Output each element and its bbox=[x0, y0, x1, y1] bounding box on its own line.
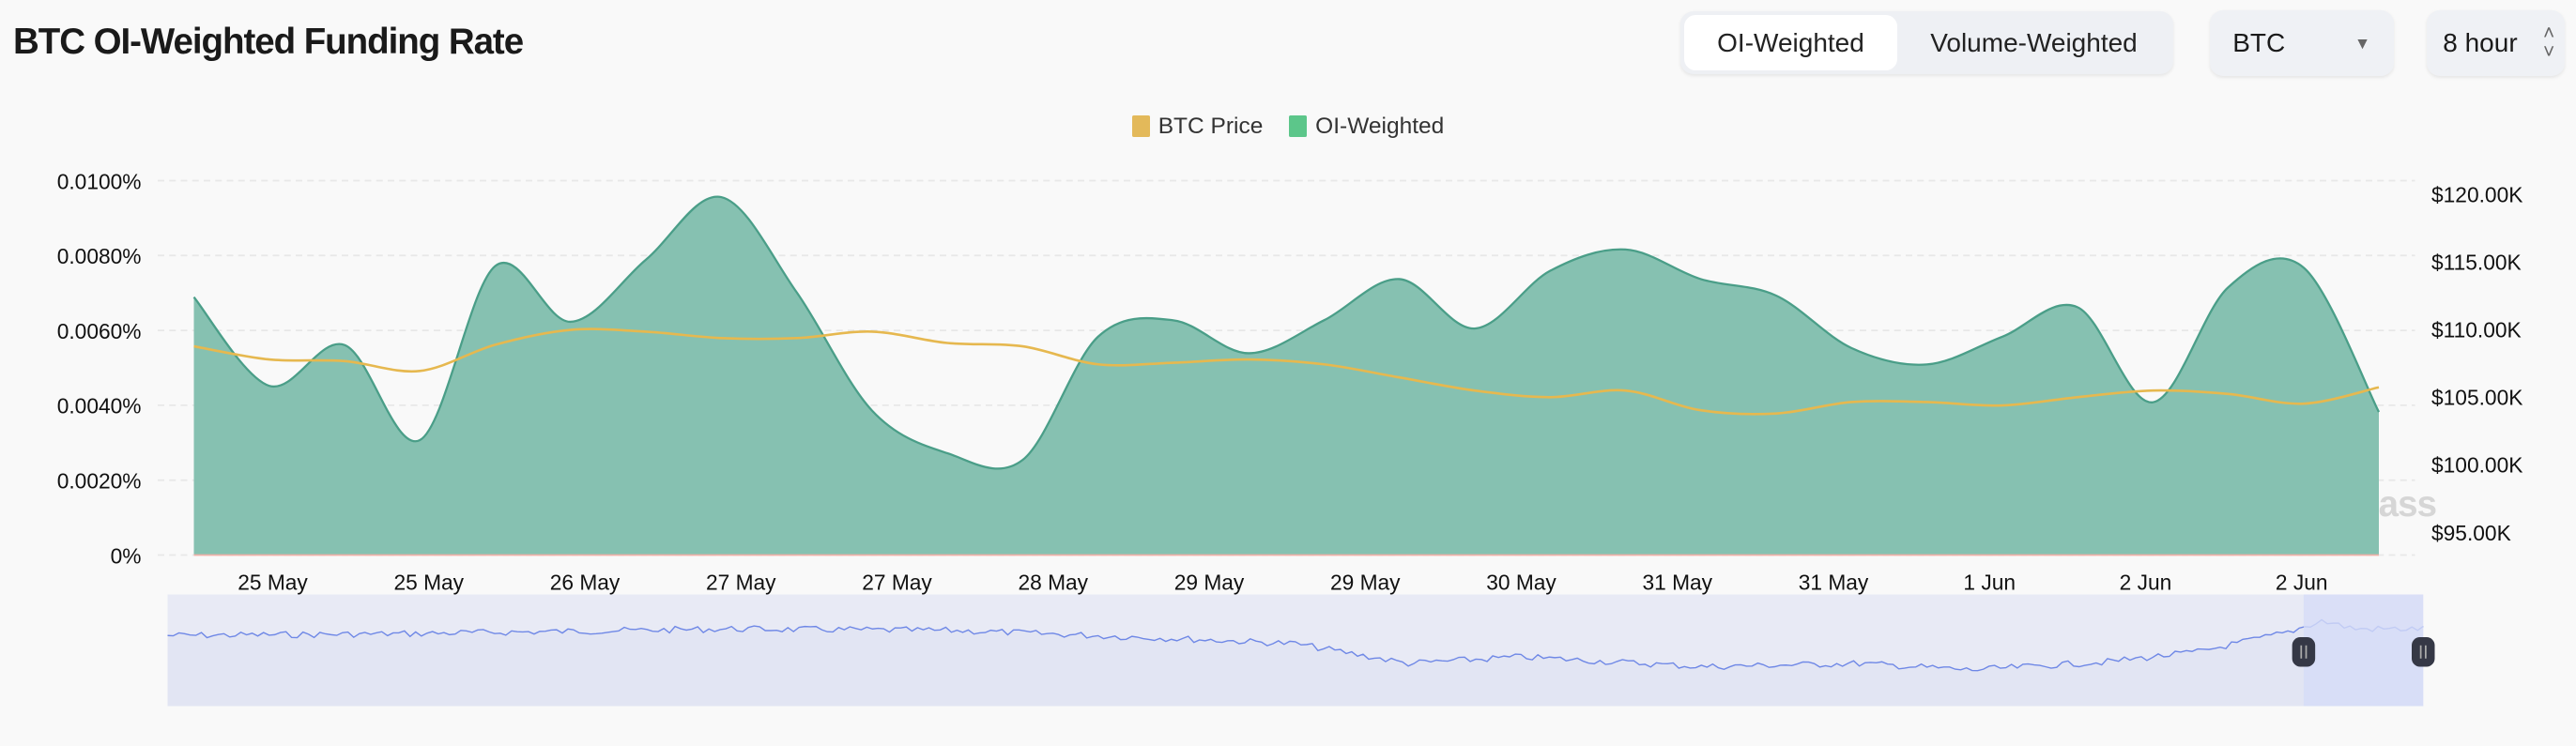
x-tick-label: 28 May bbox=[1018, 570, 1088, 594]
x-tick-label: 2 Jun bbox=[2120, 570, 2172, 594]
x-tick-label: 31 May bbox=[1642, 570, 1712, 594]
y-right-tick-label: $100.00K bbox=[2431, 453, 2522, 478]
y-left-tick-label: 0.0100% bbox=[57, 169, 142, 193]
y-left-tick-label: 0.0080% bbox=[57, 244, 142, 268]
handle-grip-icon bbox=[2412, 637, 2435, 667]
funding-rate-area bbox=[193, 196, 2379, 556]
y-right-tick-label: $95.00K bbox=[2431, 521, 2511, 545]
y-left-tick-label: 0% bbox=[111, 543, 142, 568]
x-tick-label: 1 Jun bbox=[1963, 570, 2016, 594]
funding-rate-chart: 0.0100% 0.0080% 0.0060% 0.0040% 0.0020% 0% $12… bbox=[57, 169, 2522, 707]
x-tick-label: 25 May bbox=[238, 570, 308, 594]
x-tick-label: 27 May bbox=[706, 570, 776, 594]
x-tick-label: 2 Jun bbox=[2276, 570, 2328, 594]
handle-grip-icon bbox=[2292, 637, 2316, 667]
x-tick-label: 29 May bbox=[1330, 570, 1401, 594]
navigator-right-handle[interactable] bbox=[2412, 637, 2435, 667]
x-tick-label: 25 May bbox=[393, 570, 464, 594]
y-right-tick-label: $120.00K bbox=[2431, 183, 2522, 207]
navigator-selection-window[interactable] bbox=[2303, 594, 2424, 707]
y-left-tick-label: 0.0040% bbox=[57, 394, 142, 419]
y-left-tick-label: 0.0060% bbox=[57, 319, 142, 343]
x-tick-label: 29 May bbox=[1174, 570, 1245, 594]
y-right-tick-label: $105.00K bbox=[2431, 386, 2522, 410]
y-right-tick-label: $110.00K bbox=[2431, 318, 2522, 343]
navigator-left-handle[interactable] bbox=[2292, 637, 2316, 667]
y-right-tick-label: $115.00K bbox=[2431, 251, 2522, 275]
x-tick-label: 26 May bbox=[550, 570, 621, 594]
x-tick-label: 27 May bbox=[862, 570, 932, 594]
x-tick-label: 30 May bbox=[1486, 570, 1556, 594]
funding-rate-page: BTC OI-Weighted Funding Rate OI-Weighted… bbox=[0, 0, 2576, 746]
y-left-tick-label: 0.0020% bbox=[57, 468, 142, 493]
x-tick-label: 31 May bbox=[1799, 570, 1869, 594]
